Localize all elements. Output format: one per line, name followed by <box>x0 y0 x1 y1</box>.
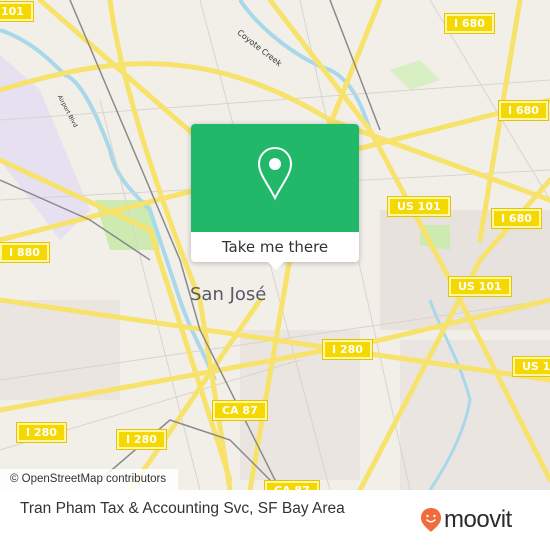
popup-header <box>191 124 359 232</box>
highway-shield: I 680 <box>491 208 542 229</box>
place-title: Tran Pham Tax & Accounting Svc, SF Bay A… <box>20 500 345 517</box>
highway-shield: I 880 <box>0 242 50 263</box>
map-view[interactable]: Coyote Creek Airport Blvd San José 101 I… <box>0 0 550 490</box>
highway-shield: I 280 <box>116 429 167 450</box>
moovit-wordmark: moovit <box>444 506 512 533</box>
highway-shield: US 101 <box>512 356 550 377</box>
highway-shield: I 280 <box>16 422 67 443</box>
osm-attribution[interactable]: © OpenStreetMap contributors <box>0 469 179 490</box>
highway-shield: US 101 <box>387 196 451 217</box>
highway-shield: I 680 <box>444 13 495 34</box>
popup-tail <box>268 262 284 270</box>
highway-shield: CA 87 <box>264 480 320 490</box>
location-pin-icon <box>257 146 293 201</box>
highway-shield: US 101 <box>448 276 512 297</box>
highway-shield: I 280 <box>322 339 373 360</box>
highway-shield: I 680 <box>498 100 549 121</box>
moovit-smile-pin-icon <box>421 508 441 532</box>
city-label: San José <box>190 284 267 305</box>
highway-shield: 101 <box>0 1 34 22</box>
destination-popup: Take me there <box>191 124 359 270</box>
take-me-there-button[interactable]: Take me there <box>191 232 359 262</box>
moovit-logo[interactable]: moovit <box>420 507 512 533</box>
highway-shield: CA 87 <box>212 400 268 421</box>
